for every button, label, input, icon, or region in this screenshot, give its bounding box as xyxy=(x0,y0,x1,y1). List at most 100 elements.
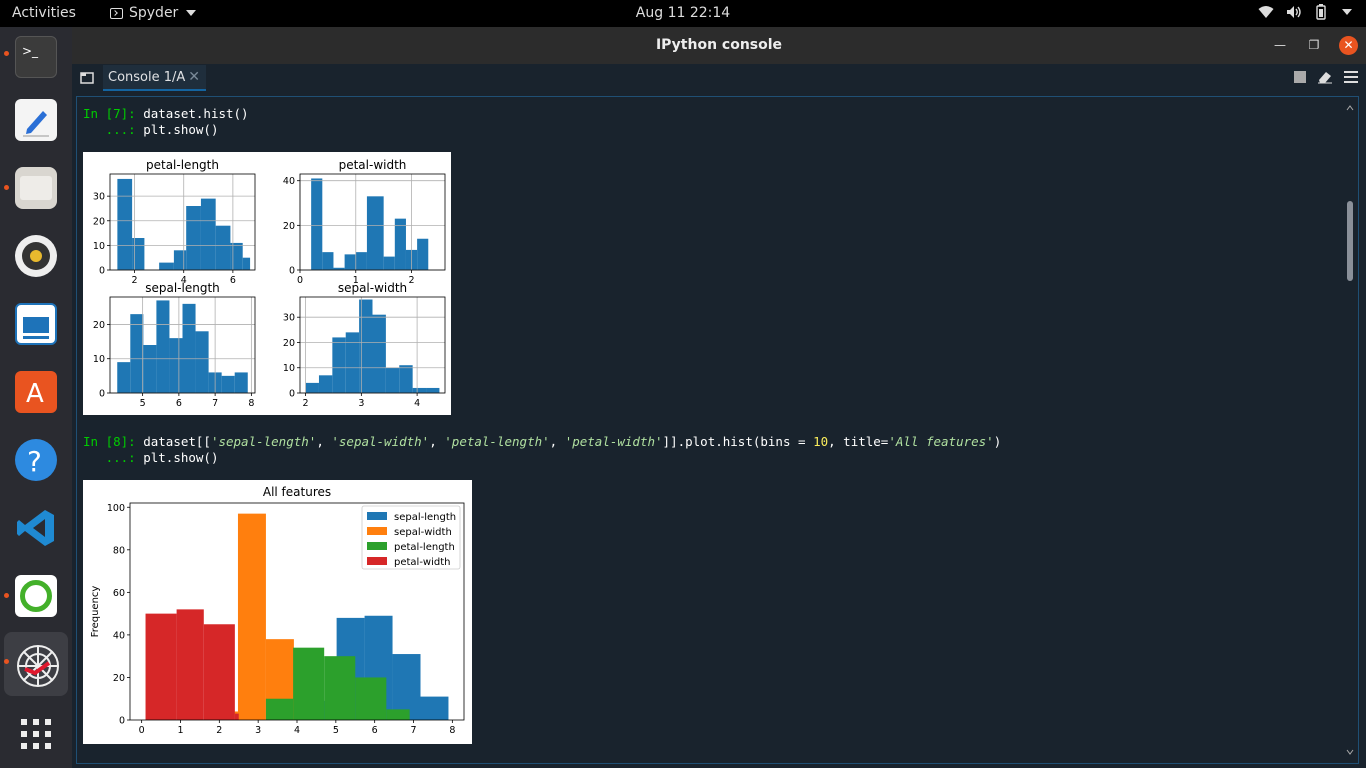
string-literal: 'petal-length' xyxy=(444,434,550,449)
y-tick-label: 0 xyxy=(289,389,295,400)
code-line: ...: plt.show() xyxy=(83,450,219,465)
rhythmbox-icon xyxy=(15,235,57,277)
hist-bar xyxy=(159,262,174,270)
hist-bar xyxy=(130,314,144,393)
y-tick-label: 10 xyxy=(93,241,105,252)
app-center-icon: A xyxy=(15,371,57,413)
close-button[interactable]: ✕ xyxy=(1339,36,1358,55)
dock-rhythmbox[interactable] xyxy=(4,224,68,288)
hist-bar xyxy=(399,365,413,393)
code-text: , title= xyxy=(828,434,889,449)
x-tick-label: 6 xyxy=(230,275,236,286)
hamburger-menu-icon[interactable] xyxy=(1344,71,1358,83)
vertical-scrollbar[interactable] xyxy=(1346,105,1354,755)
legend-swatch xyxy=(367,512,387,520)
hist-bar xyxy=(383,256,395,270)
legend-label: sepal-length xyxy=(394,512,456,523)
hist-bar xyxy=(324,656,356,720)
legend-label: petal-width xyxy=(394,557,451,568)
dock-anaconda[interactable] xyxy=(4,564,68,628)
dock-libreoffice-impress[interactable] xyxy=(4,292,68,356)
x-tick-label: 1 xyxy=(177,725,183,736)
console-tab-bar: Console 1/A ✕ xyxy=(72,64,1366,92)
hist-bar xyxy=(200,198,216,270)
hist-bar xyxy=(366,196,384,270)
y-tick-label: 40 xyxy=(283,176,295,187)
clock[interactable]: Aug 11 22:14 xyxy=(0,5,1366,21)
hist-bar xyxy=(186,206,201,270)
dock-files[interactable] xyxy=(4,156,68,220)
string-literal: 'sepal-length' xyxy=(210,434,317,449)
app-menu[interactable]: Spyder xyxy=(110,5,197,21)
code-text: dataset.hist() xyxy=(143,106,249,121)
hist-bar xyxy=(173,250,187,270)
dock-help[interactable]: ? xyxy=(4,428,68,492)
hist-bar xyxy=(344,254,356,270)
x-tick-label: 5 xyxy=(140,398,146,409)
terminal-icon: >_ xyxy=(15,36,57,78)
hist-grid-svg: petal-length2 4 60102030petal-width0 1 20204… xyxy=(93,158,446,409)
y-tick-label: 0 xyxy=(99,389,105,400)
show-applications-button[interactable] xyxy=(4,702,68,766)
volume-icon xyxy=(1287,6,1301,18)
number-literal: 10 xyxy=(813,434,829,449)
tab-console-1a[interactable]: Console 1/A ✕ xyxy=(103,65,206,91)
y-tick-label: 60 xyxy=(113,588,125,599)
dock-app-center[interactable]: A xyxy=(4,360,68,424)
legend-swatch xyxy=(367,557,387,565)
eraser-icon[interactable] xyxy=(1317,70,1333,84)
hist-bar xyxy=(355,677,387,720)
top-bar: Activities Spyder Aug 11 22:14 xyxy=(0,0,1366,27)
dock-vscode[interactable] xyxy=(4,496,68,560)
activities-button[interactable]: Activities xyxy=(12,5,76,21)
x-tick-label: 6 xyxy=(372,725,378,736)
spyder-icon xyxy=(15,643,59,687)
hist-bar xyxy=(420,696,449,720)
vscode-icon xyxy=(15,507,57,549)
dock-terminal[interactable]: >_ xyxy=(4,25,68,89)
y-tick-label: 10 xyxy=(93,354,105,365)
x-tick-label: 3 xyxy=(358,398,364,409)
code-text: ]].plot.hist(bins = xyxy=(662,434,814,449)
continuation-prompt: ...: xyxy=(83,450,136,465)
browse-tabs-icon[interactable] xyxy=(80,72,94,84)
subplot-title: sepal-length xyxy=(145,281,220,295)
hist-bar xyxy=(132,238,145,270)
hist-bar xyxy=(242,257,251,270)
restore-button[interactable]: ❐ xyxy=(1306,37,1322,53)
y-axis-label: Frequency xyxy=(90,586,101,638)
hist-bar xyxy=(143,345,157,393)
hist-bar xyxy=(293,647,325,720)
y-tick-label: 40 xyxy=(113,630,125,641)
hist-bar xyxy=(332,337,346,393)
x-tick-label: 7 xyxy=(212,398,218,409)
minimize-button[interactable]: — xyxy=(1272,37,1288,53)
hist-bar xyxy=(234,713,239,720)
battery-icon xyxy=(1316,4,1326,20)
hist-bar xyxy=(234,372,248,393)
legend-swatch xyxy=(367,527,387,535)
stop-icon[interactable] xyxy=(1294,71,1306,83)
hist-bar xyxy=(412,387,427,393)
hist-bar xyxy=(117,178,133,270)
y-tick-label: 0 xyxy=(289,266,295,277)
svg-text:A: A xyxy=(26,379,44,409)
x-tick-label: 8 xyxy=(248,398,254,409)
hist-bar xyxy=(372,314,386,393)
tab-label: Console 1/A xyxy=(108,70,186,85)
close-tab-icon[interactable]: ✕ xyxy=(188,69,200,85)
title-bar[interactable]: IPython console — ❐ ✕ xyxy=(72,27,1366,64)
hist-bar xyxy=(305,382,319,393)
running-indicator xyxy=(4,185,9,190)
console-output[interactable]: In [7]: dataset.hist() ...: plt.show() p… xyxy=(76,96,1359,764)
running-indicator xyxy=(4,51,9,56)
dock-text-editor[interactable] xyxy=(4,88,68,152)
chart-title: All features xyxy=(263,485,331,499)
input-prompt: In [8]: xyxy=(83,434,136,449)
code-text: plt.show() xyxy=(143,122,219,137)
anaconda-icon xyxy=(15,575,57,617)
hist-bar xyxy=(322,252,334,270)
svg-text:?: ? xyxy=(27,445,42,478)
system-tray[interactable] xyxy=(1258,4,1352,20)
dock-spyder[interactable] xyxy=(4,632,68,696)
